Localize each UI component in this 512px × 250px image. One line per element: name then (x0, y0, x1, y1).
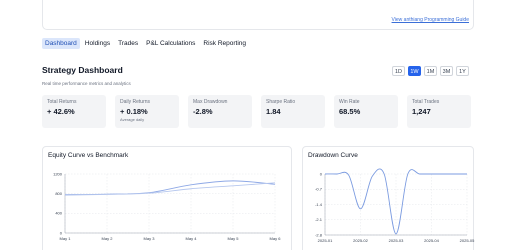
metric-value: 1.84 (266, 107, 281, 116)
nav-tabs: Dashboard Holdings Trades P&L Calculatio… (42, 38, 251, 49)
y-tick-label: -2.1 (315, 217, 323, 222)
metric-total-returns: Total Returns + 42.6% (42, 95, 106, 128)
y-tick-label: 400 (55, 211, 62, 216)
metric-win-rate: Win Rate 68.5% (334, 95, 398, 128)
tab-dashboard[interactable]: Dashboard (42, 38, 80, 49)
metric-label: Sharpe Ratio (266, 99, 296, 105)
metric-daily-returns: Daily Returns + 0.18% Average daily (115, 95, 179, 128)
metric-label: Total Trades (412, 99, 440, 105)
page-title: Strategy Dashboard (42, 65, 123, 75)
y-tick-label: 800 (55, 191, 62, 196)
tab-holdings[interactable]: Holdings (82, 38, 113, 49)
timeframe-1m-button[interactable]: 1M (424, 66, 437, 76)
x-tick-label: 2025-05 (460, 238, 475, 243)
tab-pl-calculations[interactable]: P&L Calculations (143, 38, 198, 49)
metric-value: 1,247 (412, 107, 431, 116)
tab-risk-reporting[interactable]: Risk Reporting (200, 38, 249, 49)
y-tick-label: -0.7 (315, 187, 323, 192)
timeframe-1w-button[interactable]: 1W (408, 66, 421, 76)
page-subtitle: Real time performance metrics and analyt… (42, 81, 131, 86)
equity-chart: 1200 800 400 0May 1 May 2 May 3 May 4 May 5 May … (53, 171, 282, 250)
metric-value: -2.8% (193, 107, 213, 116)
metric-label: Max Drawdown (193, 99, 228, 105)
x-tick-label: 2025-04 (424, 238, 439, 243)
x-tick-label: May 3 (144, 236, 156, 241)
y-tick-label: -1.4 (315, 202, 323, 207)
metric-label: Win Rate (339, 99, 360, 105)
x-tick-label: May 5 (228, 236, 240, 241)
timeframe-3m-button[interactable]: 3M (440, 66, 453, 76)
metric-label: Daily Returns (120, 99, 151, 105)
x-tick-label: May 6 (270, 236, 282, 241)
metric-value: + 42.6% (47, 107, 75, 116)
x-tick-label: May 1 (60, 236, 72, 241)
programming-guide-link[interactable]: View anthiang Programming Guide (392, 17, 469, 23)
series-line-portfolio (64, 180, 276, 196)
metric-subtext: Average daily (120, 117, 145, 122)
drawdown-chart: 0 -0.7 -1.4 -2.1 -2.82025-01 2025-02 2025-03 20… (315, 168, 475, 243)
equity-chart-panel: Equity Curve vs Benchmark 1200 800 400 0 May… (42, 146, 292, 250)
y-tick-label: 1200 (53, 171, 63, 176)
x-tick-label: 2025-01 (318, 238, 333, 243)
metric-value: 68.5% (339, 107, 361, 116)
x-tick-label: May 4 (186, 236, 198, 241)
y-tick-label: -2.8 (315, 232, 323, 237)
x-tick-label: 2025-03 (389, 238, 404, 243)
metric-value: + 0.18% (120, 107, 148, 116)
drawdown-chart-panel: Drawdown Curve 0 -0.7 -1.4 -2.1 -2.8 2025-01 2… (302, 146, 475, 250)
timeframe-selector: 1D 1W 1M 3M 1Y (392, 66, 469, 76)
y-tick-label: 0 (60, 230, 63, 235)
metric-total-trades: Total Trades 1,247 (407, 95, 471, 128)
y-tick-label: 0 (320, 171, 323, 176)
metric-max-drawdown: Max Drawdown -2.8% (188, 95, 252, 128)
tab-trades[interactable]: Trades (115, 38, 141, 49)
top-card (42, 0, 474, 30)
x-tick-label: May 2 (102, 236, 114, 241)
timeframe-1y-button[interactable]: 1Y (456, 66, 469, 76)
timeframe-1d-button[interactable]: 1D (392, 66, 405, 76)
x-tick-label: 2025-02 (353, 238, 368, 243)
metric-sharpe-ratio: Sharpe Ratio 1.84 (261, 95, 325, 128)
metric-label: Total Returns (47, 99, 77, 105)
